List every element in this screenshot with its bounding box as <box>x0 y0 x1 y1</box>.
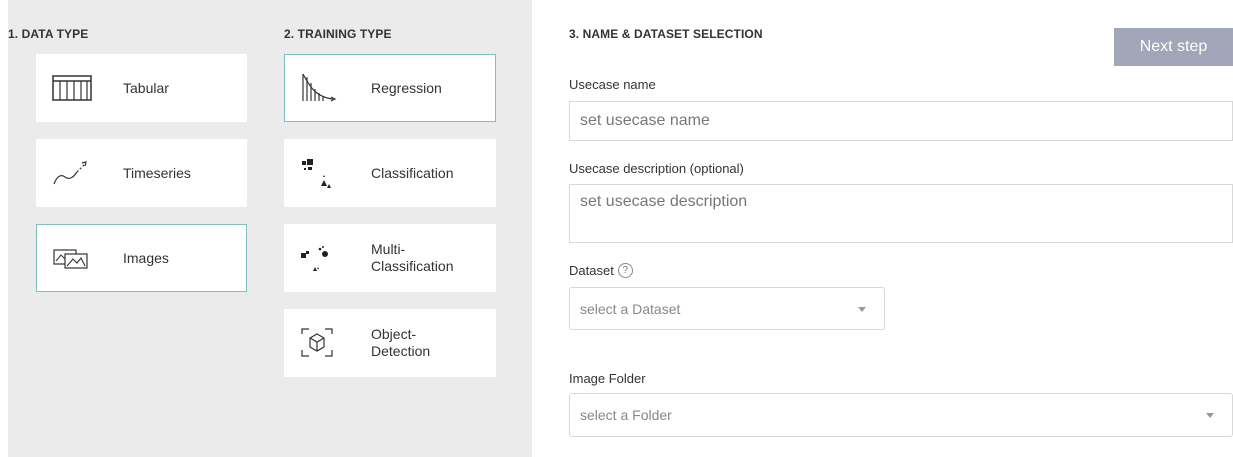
training-type-title: 2. TRAINING TYPE <box>284 27 392 41</box>
usecase-name-label: Usecase name <box>569 77 656 92</box>
chevron-down-icon <box>1206 413 1214 418</box>
table-icon <box>51 71 93 105</box>
data-type-card-images[interactable]: Images <box>36 224 247 292</box>
image-folder-select-value: select a Folder <box>580 407 672 423</box>
timeseries-icon <box>51 156 93 190</box>
card-label: Images <box>123 249 169 266</box>
training-type-card-multi-classification[interactable]: Multi- Classification <box>284 224 496 292</box>
multi-classification-icon <box>299 241 341 275</box>
training-type-card-object-detection[interactable]: Object- Detection <box>284 309 496 377</box>
dataset-select[interactable]: select a Dataset <box>569 287 885 330</box>
card-label: Classification <box>371 164 454 181</box>
image-folder-select[interactable]: select a Folder <box>569 393 1233 437</box>
training-type-card-regression[interactable]: Regression <box>284 54 496 122</box>
regression-icon <box>299 71 341 105</box>
usecase-description-label: Usecase description (optional) <box>569 161 744 176</box>
dataset-label: Dataset? <box>569 263 633 279</box>
data-type-card-timeseries[interactable]: Timeseries <box>36 139 247 207</box>
name-dataset-title: 3. NAME & DATASET SELECTION <box>569 27 763 41</box>
image-folder-label: Image Folder <box>569 371 646 386</box>
chevron-down-icon <box>858 306 866 312</box>
card-label: Object- Detection <box>371 326 431 359</box>
usecase-name-input[interactable] <box>569 101 1233 141</box>
object-detection-icon <box>299 326 341 360</box>
card-label: Multi- Classification <box>371 241 454 274</box>
type-selection-panel: 1. DATA TYPE Tabular Timeseries Images 2… <box>8 0 532 457</box>
card-label: Timeseries <box>123 164 191 181</box>
dataset-select-value: select a Dataset <box>580 300 681 317</box>
classification-icon <box>299 156 341 190</box>
help-icon[interactable]: ? <box>617 263 633 279</box>
data-type-title: 1. DATA TYPE <box>8 27 89 41</box>
card-label: Regression <box>371 79 442 96</box>
images-icon <box>51 241 93 275</box>
dataset-label-text: Dataset <box>569 263 614 278</box>
training-type-card-classification[interactable]: Classification <box>284 139 496 207</box>
data-type-card-tabular[interactable]: Tabular <box>36 54 247 122</box>
usecase-description-input[interactable] <box>569 184 1233 243</box>
card-label: Tabular <box>123 79 169 96</box>
name-dataset-panel: 3. NAME & DATASET SELECTION Next step Us… <box>569 0 1233 457</box>
next-step-button[interactable]: Next step <box>1114 28 1233 66</box>
